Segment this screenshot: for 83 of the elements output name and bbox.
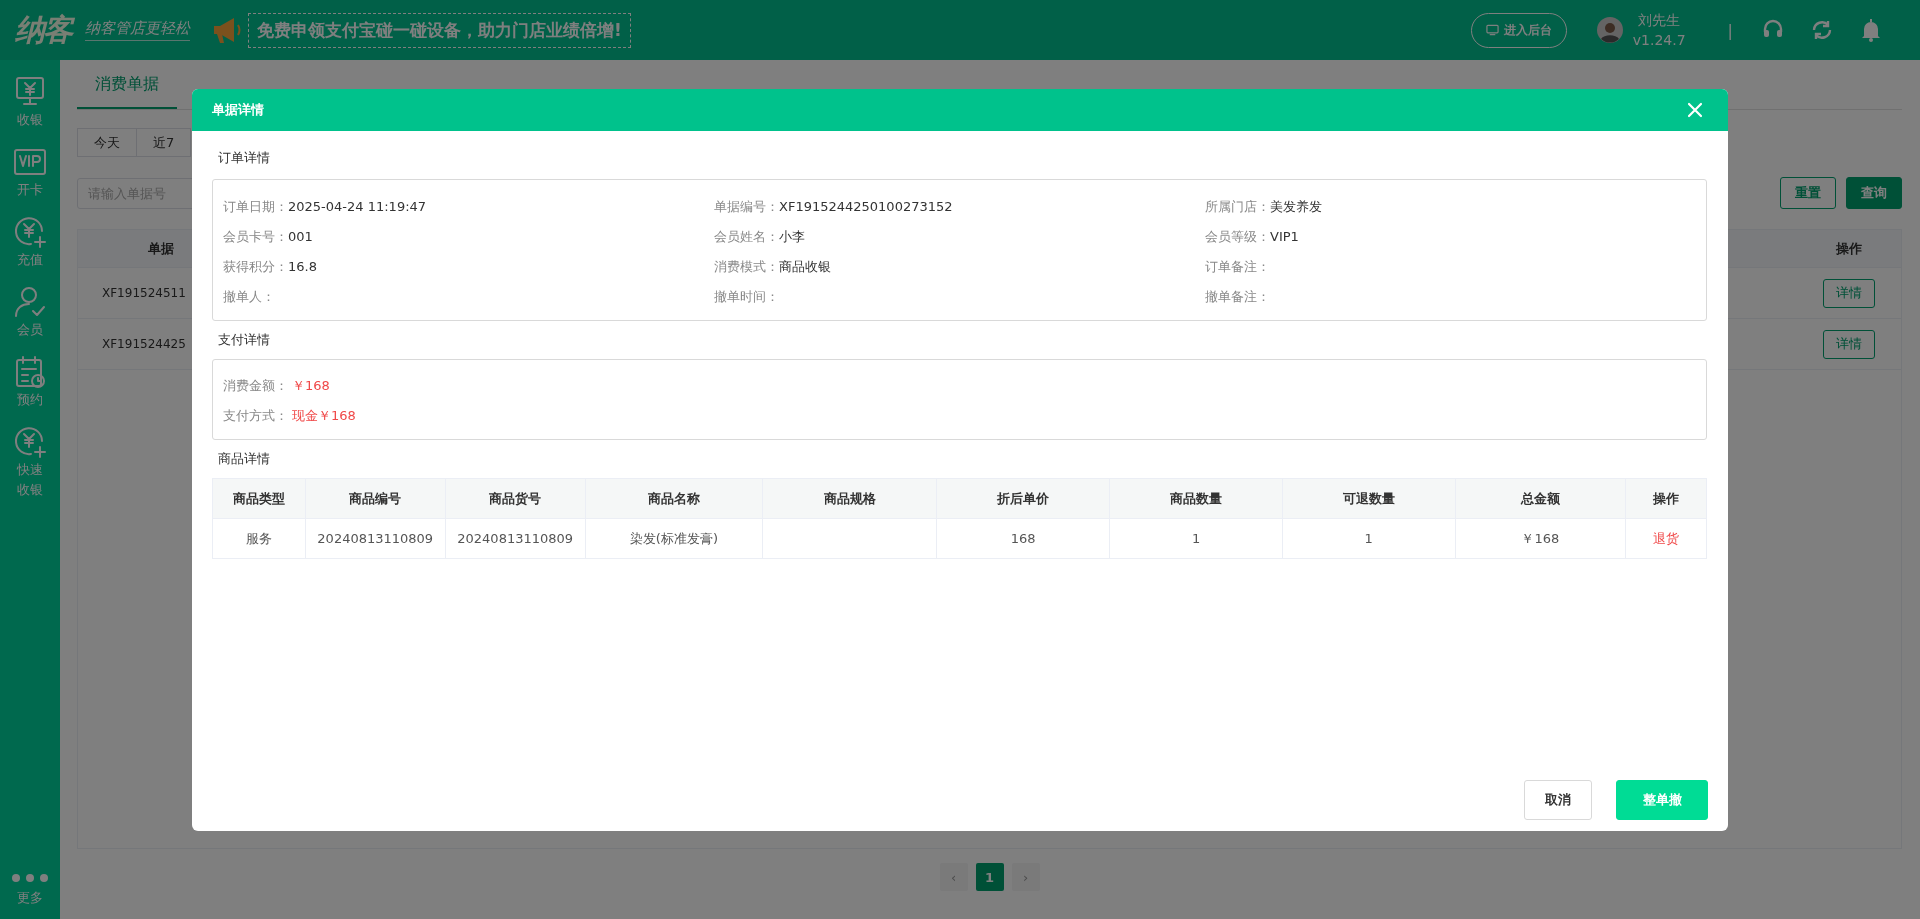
tab[interactable]: 消费单据	[77, 74, 177, 109]
field-value: 001	[288, 229, 313, 244]
table-cell: 168	[936, 518, 1110, 559]
column-header: 商品规格	[762, 478, 937, 519]
field-value: XF1915244250100273152	[779, 199, 953, 214]
sidebar-item[interactable]: 收银	[0, 74, 60, 130]
column-header: 商品编号	[305, 478, 446, 519]
table-cell: 1	[1282, 518, 1455, 559]
field-label: 会员姓名：	[714, 229, 779, 244]
date-filter-button[interactable]: 今天	[77, 128, 137, 157]
next-page-button[interactable]: ›	[1011, 863, 1040, 891]
sidebar-item[interactable]: 会员	[0, 284, 60, 340]
field-label: 会员卡号：	[223, 229, 288, 244]
field-value: 16.8	[288, 259, 317, 274]
table-cell: 20240813110809	[445, 518, 586, 559]
sidebar-item[interactable]: 充值	[0, 214, 60, 270]
promo-banner[interactable]: 免费申领支付宝碰一碰设备，助力门店业绩倍增!	[248, 12, 631, 48]
details-button[interactable]: 详情	[1822, 329, 1875, 359]
field-label: 支付方式：	[223, 408, 288, 423]
more-dots-icon[interactable]	[10, 873, 50, 883]
field-value: ￥168	[292, 378, 330, 393]
table-cell: 1	[1109, 518, 1283, 559]
field-label: 订单日期：	[223, 199, 288, 214]
table-cell: XF191524511	[102, 286, 186, 300]
field-value: 小李	[779, 229, 805, 244]
section-title: 订单详情	[217, 149, 271, 167]
revoke-button[interactable]: 整单撤	[1616, 780, 1708, 820]
field-label: 会员等级：	[1205, 229, 1270, 244]
person-check-icon	[12, 284, 48, 320]
table-cell: ￥168	[1455, 518, 1626, 559]
avatar-icon	[1596, 17, 1623, 43]
field-label: 撤单时间：	[714, 289, 779, 304]
section-title: 商品详情	[217, 450, 271, 468]
table-cell: XF191524425	[102, 337, 186, 351]
more-label[interactable]: 更多	[17, 889, 43, 907]
column-header: 商品货号	[445, 478, 586, 519]
monitor-icon	[1485, 24, 1499, 36]
field-value: 现金￥168	[292, 408, 356, 423]
sidebar-item[interactable]: 开卡	[0, 144, 60, 200]
cancel-button[interactable]: 取消	[1524, 780, 1592, 820]
sync-icon[interactable]	[1810, 18, 1834, 42]
field-label: 撤单备注：	[1205, 289, 1270, 304]
field-label: 消费模式：	[714, 259, 779, 274]
sidebar-item[interactable]: 快速收银	[0, 424, 60, 500]
return-link[interactable]: 退货	[1653, 529, 1680, 548]
field-label: 所属门店：	[1205, 199, 1270, 214]
version-text: v1.24.7	[1632, 31, 1686, 50]
field-value: VIP1	[1270, 229, 1299, 244]
field-value: 美发养发	[1270, 199, 1322, 214]
separator-text: |	[1727, 20, 1733, 40]
column-header: 操作	[1625, 478, 1707, 519]
yen-circle-plus-icon	[12, 214, 48, 250]
table-cell: 20240813110809	[305, 518, 446, 559]
column-header: 商品数量	[1109, 478, 1283, 519]
column-header: 商品类型	[212, 478, 306, 519]
field-label: 订单备注：	[1205, 259, 1270, 274]
field-label: 单据编号：	[714, 199, 779, 214]
page-button[interactable]: 1	[975, 863, 1004, 891]
table-cell: 服务	[212, 518, 306, 559]
slogan-text: 纳客管店更轻松	[85, 19, 190, 41]
field-value: 2025-04-24 11:19:47	[288, 199, 427, 214]
sidebar-item[interactable]: 预约	[0, 354, 60, 410]
query-button[interactable]: 查询	[1846, 177, 1902, 209]
field-label: 消费金额：	[223, 378, 288, 393]
column-header: 折后单价	[936, 478, 1110, 519]
details-button[interactable]: 详情	[1822, 278, 1875, 308]
close-icon	[1687, 102, 1703, 118]
user-name: 刘先生	[1638, 11, 1681, 30]
column-header: 操作	[1834, 239, 1863, 258]
reset-button[interactable]: 重置	[1780, 177, 1836, 209]
column-header: 可退数量	[1282, 478, 1455, 519]
field-label: 撤单人：	[223, 289, 275, 304]
section-title: 支付详情	[217, 331, 271, 349]
field-label: 获得积分：	[223, 259, 288, 274]
previous-page-button[interactable]: ‹	[939, 863, 968, 891]
column-header: 单据	[148, 239, 174, 258]
field-value: 商品收银	[779, 259, 831, 274]
dialog-title: 单据详情	[212, 101, 264, 119]
column-header: 总金额	[1455, 478, 1626, 519]
yen-circle-plus-icon	[12, 424, 48, 460]
table-cell: 染发(标准发膏)	[585, 518, 763, 559]
date-filter-button[interactable]: 近7	[136, 128, 192, 157]
column-header: 商品名称	[585, 478, 763, 519]
